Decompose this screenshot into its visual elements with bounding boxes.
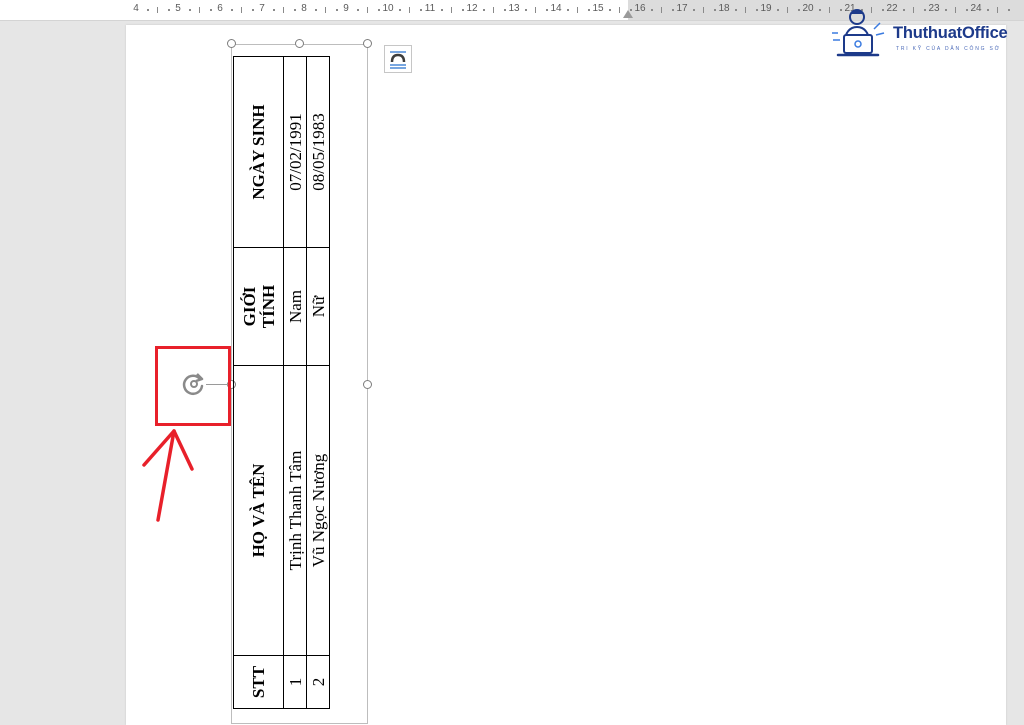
ruler-dot [272,9,275,11]
ruler-dot [167,9,170,11]
ruler-number: 11 [424,3,436,14]
ruler-tick [451,7,452,13]
ruler-number: 6 [217,3,223,14]
ruler-number: 14 [550,3,562,14]
ruler-dot [398,9,401,11]
ruler-tick [619,7,620,13]
header-gender-line2: TÍNH [258,284,278,329]
cell-dob: 08/05/1983 [306,56,330,248]
ruler-dot [377,9,380,11]
ruler-tick [745,7,746,13]
cell-gender: Nữ [306,247,330,366]
resize-handle-top-right[interactable] [363,39,372,48]
ruler-dot [545,9,548,11]
ruler-dot [713,9,716,11]
ruler-dot [734,9,737,11]
ruler-number: 8 [301,3,307,14]
thuthuatoffice-logo: ThuthuatOffice TRI KỸ CỦA DÂN CÔNG SỞ [830,5,1024,67]
ruler-dot [209,9,212,11]
ruler-dot [587,9,590,11]
ruler-dot [230,9,233,11]
ruler-dot [146,9,149,11]
table-header-row: STT HỌ VÀ TÊN GIỚI TÍNH NGÀY SINH [233,56,284,709]
ruler-tick [241,7,242,13]
layout-options-button[interactable] [384,45,412,73]
ruler-tick [703,7,704,13]
ruler-dot [461,9,464,11]
ruler-number: 13 [508,3,520,14]
ruler-tick [283,7,284,13]
layout-options-icon [390,51,406,69]
highlight-box [155,346,231,426]
ruler-dot [524,9,527,11]
ruler-tick [535,7,536,13]
ruler-dot [356,9,359,11]
header-stt: STT [233,655,284,709]
ruler-dot [818,9,821,11]
ruler-number: 12 [466,3,478,14]
cell-dob: 07/02/1991 [283,56,307,248]
ruler-tick [661,7,662,13]
cell-stt: 2 [306,655,330,709]
rotated-table-container[interactable]: STT HỌ VÀ TÊN GIỚI TÍNH NGÀY SINH 1 Trịn… [233,56,330,709]
cell-name: Trịnh Thanh Tâm [283,365,307,656]
ruler-number: 20 [802,3,814,14]
ruler-dot [608,9,611,11]
ruler-dot [419,9,422,11]
ruler-dot [692,9,695,11]
ruler-dot [503,9,506,11]
header-gender: GIỚI TÍNH [233,247,284,366]
header-gender-line1: GIỚI [239,286,259,327]
ruler-dot [188,9,191,11]
ruler-tick [409,7,410,13]
ruler-dot [566,9,569,11]
ruler-tick [493,7,494,13]
ruler-dot [335,9,338,11]
red-arrow-annotation [142,429,194,522]
ruler-tick [787,7,788,13]
resize-handle-top-left[interactable] [227,39,236,48]
ruler-dot [650,9,653,11]
ruler-number: 18 [718,3,730,14]
cell-gender: Nam [283,247,307,366]
ruler-dot [251,9,254,11]
ruler-number: 9 [343,3,349,14]
header-name: HỌ VÀ TÊN [233,365,284,656]
ruler-tick [367,7,368,13]
header-dob: NGÀY SINH [233,56,284,248]
ruler-tick [325,7,326,13]
cell-name: Vũ Ngọc Nương [306,365,330,656]
ruler-dot [440,9,443,11]
ruler-indent-marker[interactable] [623,10,633,18]
ruler-number: 4 [133,3,139,14]
ruler-number: 16 [634,3,646,14]
ruler-number: 7 [259,3,265,14]
table-row: 2 Vũ Ngọc Nương Nữ 08/05/1983 [306,56,330,709]
ruler-number: 19 [760,3,772,14]
ruler-dot [755,9,758,11]
ruler-tick [577,7,578,13]
logo-brand-text: ThuthuatOffice [893,24,1008,42]
ruler-number: 10 [382,3,394,14]
person-laptop-icon [832,9,885,57]
ruler-dot [482,9,485,11]
ruler-dot [293,9,296,11]
table-row: 1 Trịnh Thanh Tâm Nam 07/02/1991 [283,56,307,709]
ruler-number: 5 [175,3,181,14]
employee-table[interactable]: STT HỌ VÀ TÊN GIỚI TÍNH NGÀY SINH 1 Trịn… [233,56,330,709]
ruler-tick [199,7,200,13]
ruler-dot [314,9,317,11]
ruler-dot [797,9,800,11]
ruler-number: 17 [676,3,688,14]
logo-tagline: TRI KỸ CỦA DÂN CÔNG SỞ [896,46,1001,52]
ruler-tick [157,7,158,13]
ruler-dot [776,9,779,11]
resize-handle-middle-right[interactable] [363,380,372,389]
ruler-dot [671,9,674,11]
cell-stt: 1 [283,655,307,709]
ruler-number: 15 [592,3,604,14]
resize-handle-top-center[interactable] [295,39,304,48]
